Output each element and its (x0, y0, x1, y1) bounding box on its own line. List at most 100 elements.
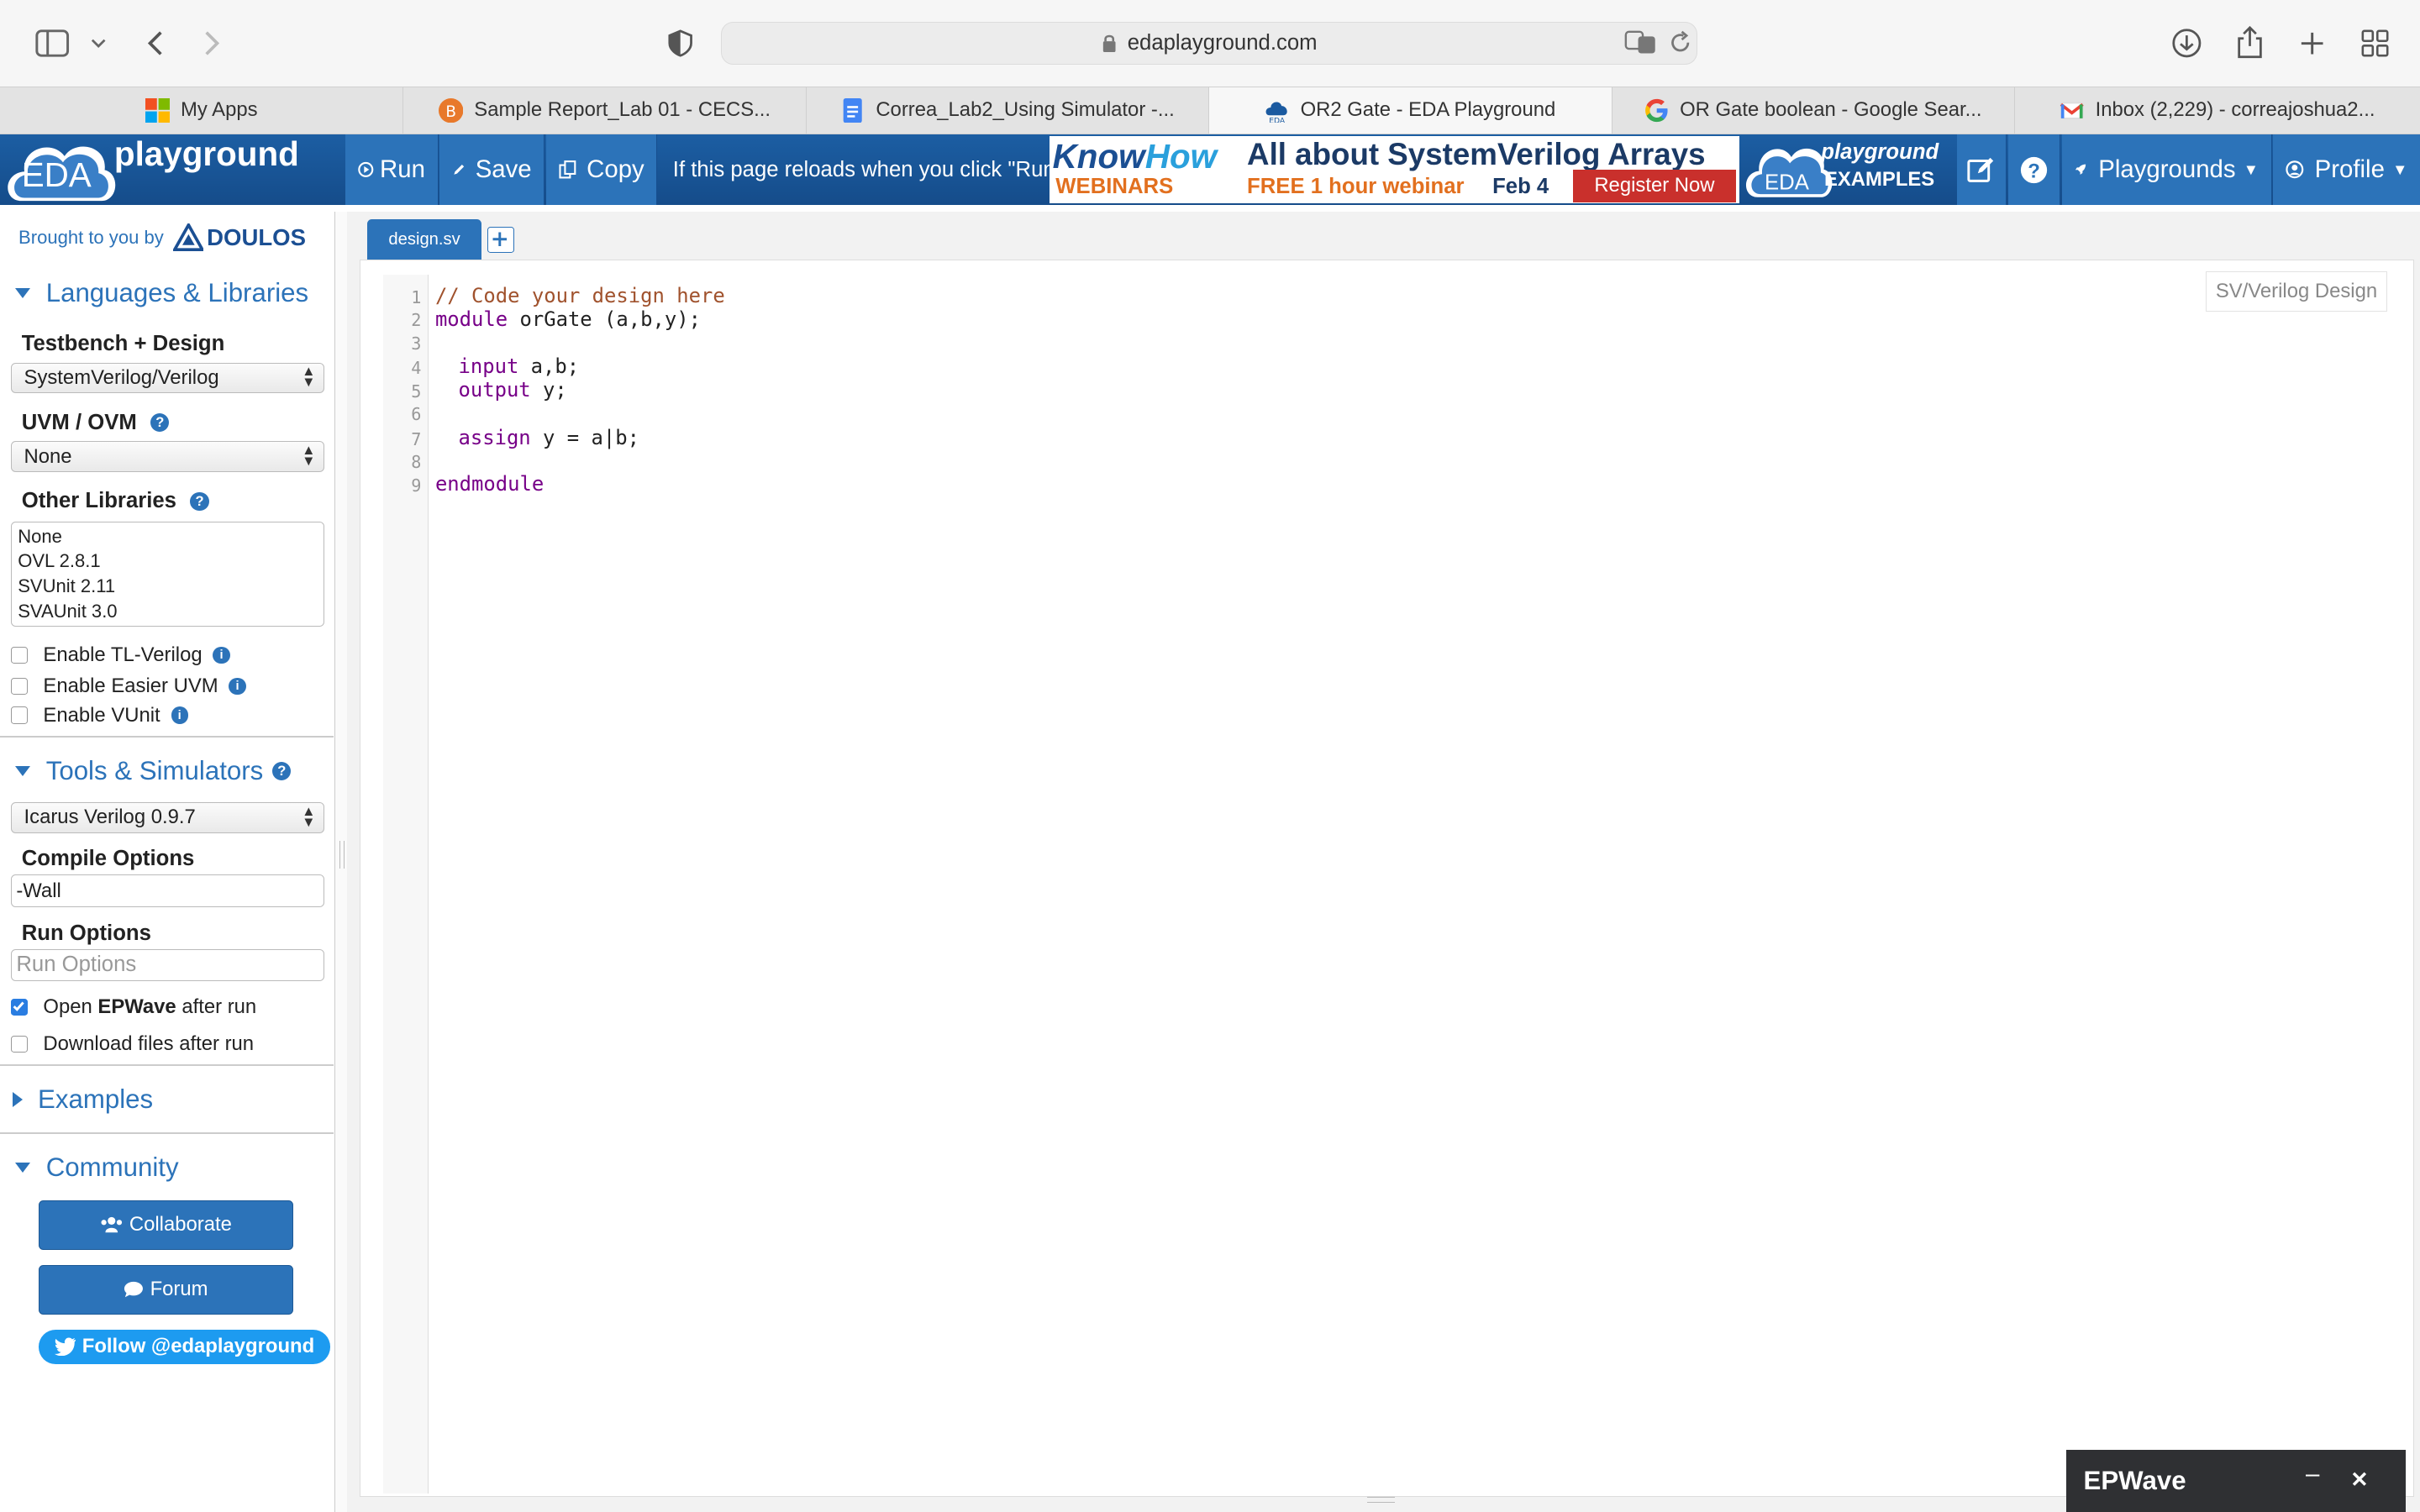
testbench-label: Testbench + Design (21, 331, 225, 355)
code-line-2: module orGate (a,b,y); (434, 307, 701, 331)
run-options-label: Run Options (21, 921, 151, 945)
info-icon[interactable]: i (171, 706, 188, 724)
run-button[interactable]: Run (345, 134, 439, 206)
select-arrows-icon: ▲ ▼ (302, 441, 316, 469)
other-libraries-list[interactable]: None OVL 2.8.1 SVUnit 2.11 SVAUnit 3.0 (10, 521, 324, 627)
enable-tl-verilog-checkbox[interactable]: Enable TL-Verilog i (10, 643, 230, 667)
forward-icon[interactable] (192, 22, 234, 65)
playgrounds-menu[interactable]: Playgrounds ▼ (2061, 134, 2272, 206)
code-editor[interactable] (359, 259, 2414, 1497)
help-icon[interactable]: ? (150, 413, 170, 433)
info-icon[interactable]: i (213, 646, 230, 664)
uvm-select[interactable]: None ▲ ▼ (10, 441, 324, 472)
enable-vunit-checkbox[interactable]: Enable VUnit i (10, 704, 188, 727)
divider (0, 736, 334, 738)
tab-inbox[interactable]: Inbox (2,229) - correajoshua2... (2013, 87, 2420, 134)
tab-or2-gate[interactable]: EDA OR2 Gate - EDA Playground (1208, 87, 1612, 134)
svg-text:B: B (445, 103, 456, 121)
knowhow-webinar-banner[interactable]: Know How WEBINARS All about SystemVerilo… (1049, 135, 1739, 204)
tab-overview-icon[interactable] (2354, 22, 2396, 65)
simulator-select[interactable]: Icarus Verilog 0.9.7 ▲ ▼ (10, 802, 324, 833)
list-item[interactable]: SVUnit 2.11 (18, 574, 324, 599)
enable-easier-uvm-checkbox[interactable]: Enable Easier UVM i (10, 675, 246, 698)
code-line-9: endmodule (434, 472, 544, 496)
tab-my-apps[interactable]: My Apps (0, 87, 402, 134)
reload-icon[interactable] (1668, 30, 1692, 55)
languages-section-toggle[interactable]: Languages & Libraries (15, 278, 308, 308)
settings-sidebar: Brought to you by DOULOS Languages & Lib… (0, 211, 335, 1512)
sidebar-toggle-icon[interactable] (31, 22, 74, 65)
epwave-panel[interactable]: EPWave – ✕ (2066, 1450, 2407, 1512)
share-icon[interactable] (2228, 22, 2271, 65)
eda-cloud-icon: EDA (1265, 102, 1288, 123)
tab-or-gate-google[interactable]: OR Gate boolean - Google Sear... (1611, 87, 2014, 134)
info-icon[interactable]: i (229, 677, 246, 695)
list-item[interactable]: SVAUnit 3.0 (18, 599, 324, 624)
minimize-icon[interactable]: – (2306, 1460, 2319, 1488)
collaborate-button[interactable]: Collaborate (38, 1200, 293, 1250)
edit-button[interactable] (1956, 134, 2007, 206)
users-icon (101, 1217, 123, 1233)
forum-button[interactable]: Forum (38, 1265, 293, 1315)
line-number: 2 (411, 310, 422, 331)
twitter-bird-icon (54, 1337, 76, 1357)
tools-section-toggle[interactable]: Tools & Simulators? (15, 756, 292, 786)
save-button[interactable]: Save (439, 134, 545, 206)
select-arrows-icon: ▲ ▼ (302, 802, 316, 830)
plus-icon (492, 232, 508, 247)
tab-sample-report[interactable]: B Sample Report_Lab 01 - CECS... (402, 87, 805, 134)
new-tab-icon[interactable] (2291, 22, 2333, 65)
code-line-7: assign y = a|b; (458, 425, 639, 449)
svg-text:?: ? (2028, 160, 2040, 182)
edit-icon (1967, 157, 1994, 182)
back-icon[interactable] (133, 22, 176, 65)
downloads-icon[interactable] (2165, 22, 2208, 65)
pane-splitter[interactable] (334, 211, 348, 1512)
divider (0, 1132, 334, 1134)
code-line-5: output y; (458, 377, 567, 402)
help-icon[interactable]: ? (190, 491, 209, 511)
svg-text:EDA: EDA (1765, 171, 1810, 195)
run-options-input[interactable]: Run Options (10, 948, 324, 982)
examples-cloud-icon: EDA (1746, 149, 1833, 198)
open-epwave-checkbox[interactable]: Open EPWave after run (10, 995, 256, 1019)
testbench-select[interactable]: SystemVerilog/Verilog ▲ ▼ (10, 362, 324, 394)
editor-resize-handle[interactable] (1367, 1496, 1396, 1504)
line-number: 4 (411, 358, 422, 379)
compile-options-input[interactable]: -Wall (10, 874, 324, 907)
tab-correa-lab2[interactable]: Correa_Lab2_Using Simulator -... (805, 87, 1208, 134)
register-now-button[interactable]: Register Now (1572, 170, 1737, 202)
eda-logo[interactable]: EDA playground (6, 134, 308, 204)
list-item[interactable]: OVL 2.8.1 (18, 549, 324, 574)
compile-options-label: Compile Options (21, 847, 195, 871)
privacy-shield-icon[interactable] (659, 22, 702, 65)
community-section-toggle[interactable]: Community (15, 1152, 179, 1183)
uvm-label: UVM / OVM? (22, 411, 170, 435)
check-icon (13, 1001, 24, 1011)
line-number: 3 (411, 333, 422, 354)
line-number: 9 (411, 475, 422, 496)
examples-section-toggle[interactable]: Examples (12, 1084, 153, 1115)
line-number: 8 (411, 452, 422, 473)
line-number: 5 (411, 381, 422, 402)
list-item[interactable]: None (18, 524, 324, 549)
google-icon (1644, 98, 1668, 122)
close-icon[interactable]: ✕ (2350, 1467, 2369, 1493)
playground-examples-logo[interactable]: EDA playground EXAMPLES (1744, 134, 1955, 205)
help-button[interactable]: ? (2007, 134, 2060, 206)
play-circle-icon (358, 161, 374, 178)
add-file-button[interactable] (487, 226, 514, 254)
tab-bar: My Apps B Sample Report_Lab 01 - CECS...… (0, 86, 2420, 134)
twitter-follow-button[interactable]: Follow @edaplayground (38, 1330, 331, 1364)
copy-button[interactable]: Copy (546, 134, 658, 206)
download-files-checkbox[interactable]: Download files after run (10, 1032, 254, 1056)
translate-icon[interactable] (1624, 30, 1658, 55)
line-number: 6 (411, 404, 422, 425)
address-bar[interactable]: edaplayground.com (720, 21, 1698, 66)
help-icon[interactable]: ? (272, 761, 292, 780)
code-line-1: // Code your design here (434, 283, 725, 307)
comment-icon (124, 1282, 144, 1298)
chevron-down-icon[interactable] (77, 22, 120, 65)
tab-design-sv[interactable]: design.sv (367, 218, 482, 261)
profile-menu[interactable]: Profile ▼ (2273, 134, 2420, 206)
